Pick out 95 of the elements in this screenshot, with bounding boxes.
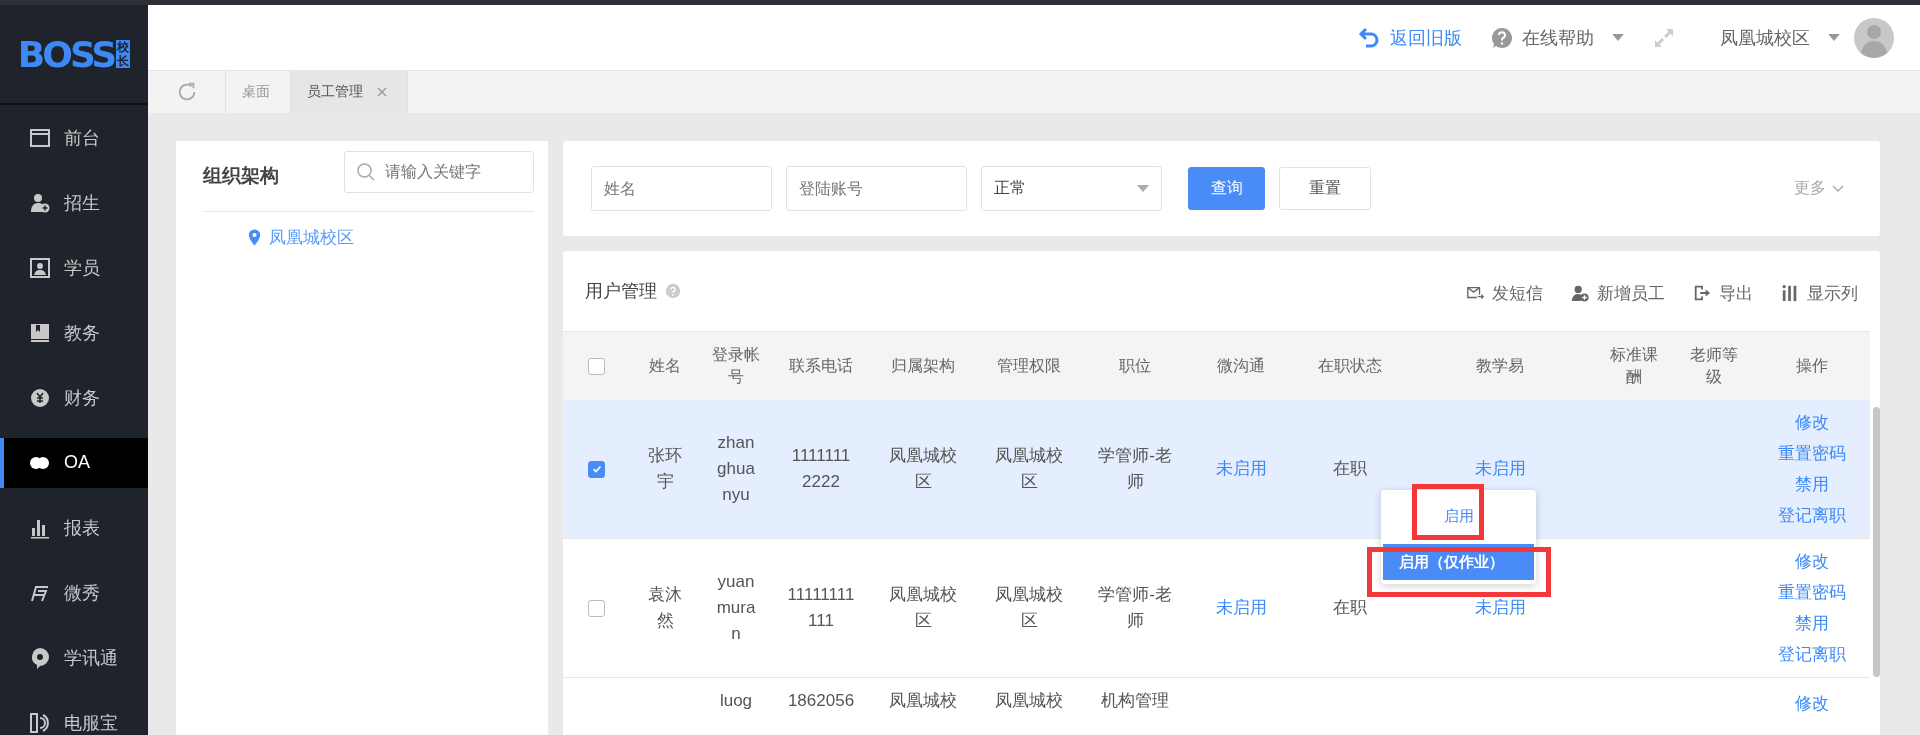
table-cell: 学管师-老师 <box>1098 585 1172 630</box>
sidebar-item[interactable]: 教务 <box>0 307 148 358</box>
sidebar-item[interactable]: 招生 <box>0 177 148 228</box>
checkbox[interactable] <box>588 600 605 617</box>
table-cell: 机构管理 <box>1101 691 1169 710</box>
table-cell: luog <box>719 691 753 710</box>
table-cell: 凤凰城校区 <box>889 585 957 630</box>
chevron-down-icon <box>1832 184 1844 193</box>
columns-icon <box>1781 284 1799 302</box>
column-header: 姓名 <box>649 355 681 376</box>
export-icon <box>1693 284 1711 302</box>
help-icon <box>1490 25 1514 50</box>
column-header: 老师等级 <box>1689 344 1739 387</box>
table-title: 用户管理 <box>585 280 657 303</box>
table-cell: 在职 <box>1333 458 1367 478</box>
column-header: 标准课酬 <box>1609 344 1659 387</box>
close-icon[interactable] <box>377 87 387 97</box>
avatar-icon[interactable] <box>1854 17 1894 58</box>
table-cell: zhanghuanyu <box>717 432 755 504</box>
table-cell: 凤凰城校区 <box>889 445 957 491</box>
column-header: 联系电话 <box>789 355 853 376</box>
checkbox[interactable] <box>588 460 605 478</box>
row-action-link[interactable]: 修改 <box>1760 688 1864 719</box>
campus-menu[interactable]: 凤凰城校区 <box>1720 25 1840 50</box>
row-action-link[interactable]: 禁用 <box>1760 468 1864 500</box>
column-header: 微沟通 <box>1217 355 1265 376</box>
caret-icon <box>1828 34 1840 41</box>
help-icon[interactable] <box>665 283 681 299</box>
query-button[interactable]: 查询 <box>1188 167 1265 210</box>
checkbox[interactable] <box>588 358 605 375</box>
menu-icon <box>28 710 52 735</box>
table-cell: 凤凰城校 <box>995 691 1063 710</box>
column-header: 职位 <box>1119 355 1151 376</box>
search-icon <box>356 162 376 182</box>
toolbar-action[interactable]: 导出 <box>1693 281 1753 305</box>
search-field[interactable]: 请输入关键字 <box>344 151 534 193</box>
column-header: 归属架构 <box>891 355 955 376</box>
sidebar-item[interactable]: OA <box>0 437 148 488</box>
table-cell: 11111111111 <box>787 585 855 630</box>
sidebar-item[interactable]: 学讯通 <box>0 632 148 683</box>
sidebar-item[interactable]: 财务 <box>0 372 148 423</box>
logo-text: BOSS <box>17 33 115 75</box>
toolbar-action[interactable]: 显示列 <box>1781 281 1858 305</box>
add-user-icon <box>1571 284 1589 302</box>
tree-node[interactable]: 凤凰城校区 <box>190 212 354 249</box>
page-tab[interactable]: 员工管理 <box>291 71 408 113</box>
column-header: 管理权限 <box>997 355 1061 376</box>
column-header: 在职状态 <box>1318 355 1382 376</box>
table-cell: 袁沐然 <box>648 585 682 630</box>
toolbar-action[interactable]: 新增员工 <box>1571 281 1665 305</box>
back-link[interactable]: 返回旧版 <box>1358 25 1462 50</box>
sidebar-item[interactable]: 报表 <box>0 502 148 553</box>
status-link[interactable]: 未启用 <box>1215 458 1267 478</box>
sidebar-item[interactable]: 前台 <box>0 112 148 163</box>
row-action-link[interactable]: 重置密码 <box>1760 577 1864 608</box>
row-action-link[interactable]: 重置密码 <box>1760 437 1864 469</box>
table-cell: 张环宇 <box>648 445 682 491</box>
table-cell: 凤凰城校区 <box>995 445 1063 491</box>
sidebar-item[interactable]: 学员 <box>0 242 148 293</box>
help-menu[interactable]: 在线帮助 <box>1490 25 1624 50</box>
status-link[interactable]: 未启用 <box>1215 598 1267 617</box>
table-cell: 1862056 <box>787 691 855 710</box>
status-select[interactable]: 正常 <box>981 166 1162 211</box>
table-cell: 凤凰城校区 <box>995 585 1063 630</box>
table-cell: yuanmuran <box>716 572 756 643</box>
table-cell: 凤凰城校 <box>889 691 957 710</box>
row-action-link[interactable]: 禁用 <box>1760 608 1864 639</box>
envelope-icon <box>1466 284 1484 302</box>
table-cell: 在职 <box>1333 598 1367 617</box>
name-field[interactable]: 姓名 <box>591 166 772 211</box>
caret-icon <box>1137 185 1149 192</box>
logo-badge: 校长 <box>116 40 131 68</box>
status-link[interactable]: 未启用 <box>1474 598 1526 617</box>
sidebar-item[interactable]: 电服宝 <box>0 697 148 735</box>
row-action-link[interactable]: 修改 <box>1760 546 1864 577</box>
scrollbar[interactable] <box>1873 407 1880 677</box>
more-link[interactable]: 更多 <box>1794 178 1844 199</box>
column-header: 教学易 <box>1476 355 1524 376</box>
location-pin-icon <box>248 229 261 246</box>
sidebar-item[interactable]: 微秀 <box>0 567 148 618</box>
toolbar-action[interactable]: 发短信 <box>1466 281 1543 305</box>
column-header: 操作 <box>1796 355 1828 376</box>
column-header: 登录帐号 <box>712 344 760 387</box>
menu-icon <box>28 255 52 280</box>
row-action-link[interactable]: 修改 <box>1760 406 1864 438</box>
row-action-link[interactable]: 登记离职 <box>1760 639 1864 670</box>
table-cell: 11111112222 <box>791 445 851 491</box>
row-action-link[interactable]: 登记离职 <box>1760 499 1864 531</box>
account-field[interactable]: 登陆账号 <box>786 166 967 211</box>
table-cell: 学管师-老师 <box>1098 445 1172 491</box>
caret-icon <box>1612 34 1624 41</box>
status-link[interactable]: 未启用 <box>1474 458 1526 478</box>
panel-title: 组织架构 <box>203 164 279 188</box>
reset-button[interactable]: 重置 <box>1279 167 1371 210</box>
menu-item[interactable]: 启用 <box>1381 497 1536 534</box>
